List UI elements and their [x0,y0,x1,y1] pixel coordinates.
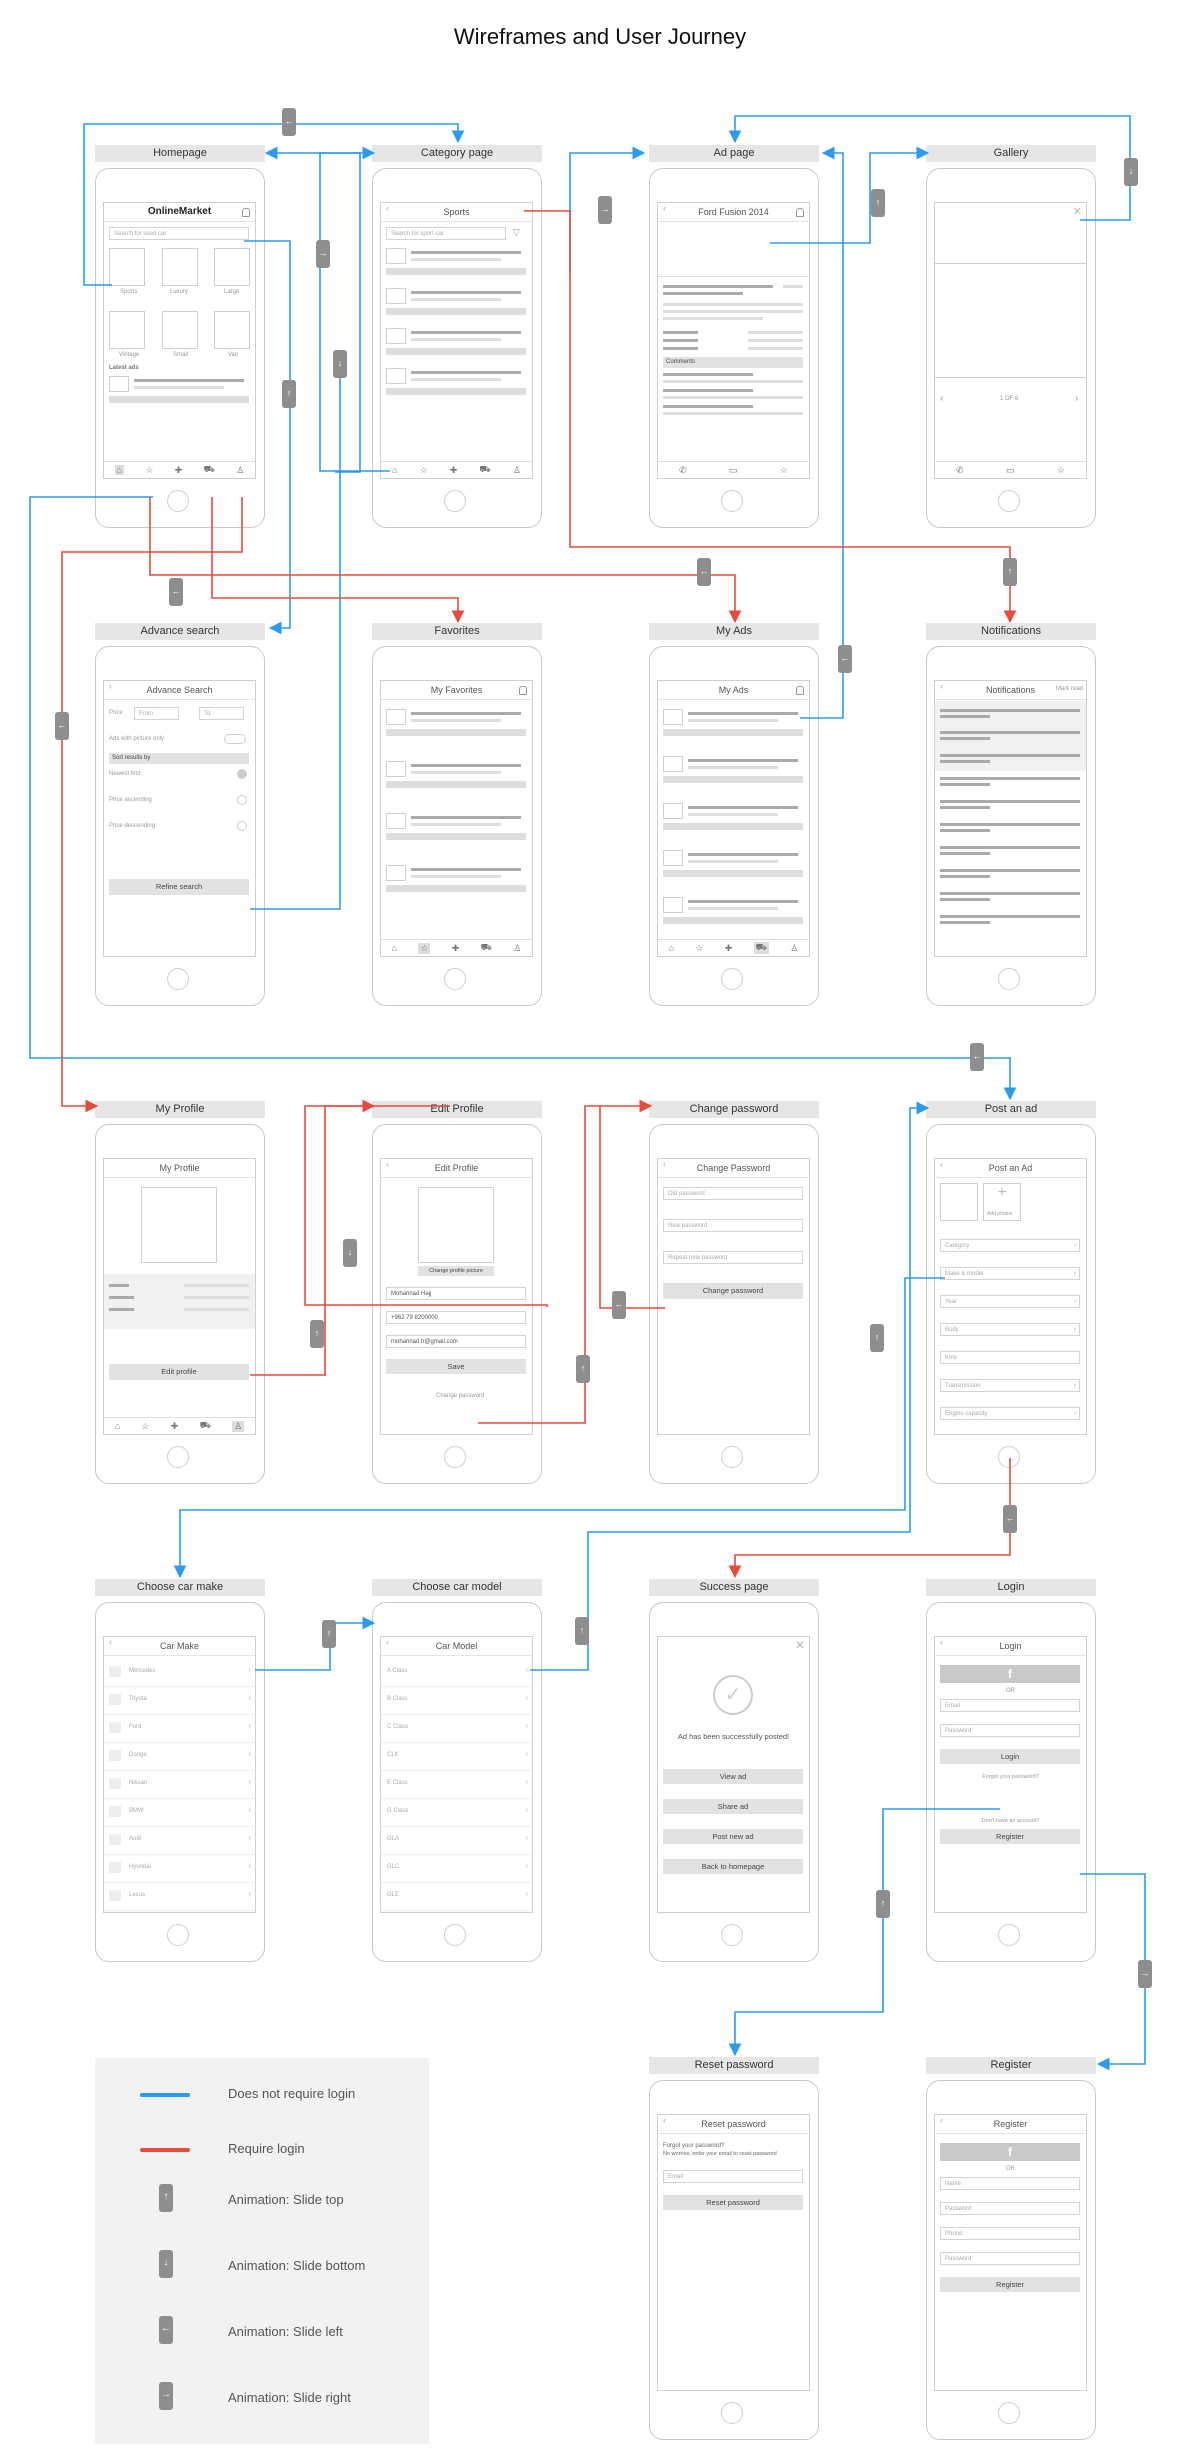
slide-bottom-icon: ↓ [343,1239,357,1267]
slide-left-icon: ← [282,108,296,136]
blue-connector [244,240,291,635]
blue-connector [728,1808,1000,2057]
slide-left-icon: ← [697,558,711,586]
red-connector [599,1106,665,1309]
slide-left-icon: ← [838,645,852,673]
slide-top-icon: ↑ [876,1890,890,1918]
slide-top-icon: ↑ [322,1620,336,1648]
slide-bottom-icon: ↓ [333,350,347,378]
slide-top-icon: ↑ [575,1617,589,1645]
slide-right-icon: → [1138,1960,1152,1988]
blue-connector [264,146,361,473]
blue-connector [770,146,930,244]
flow-connectors [29,115,1146,2071]
slide-left-icon: ← [970,1043,984,1071]
blue-connector [800,146,844,719]
blue-connector [728,115,1131,221]
slide-top-icon: ↑ [870,1324,884,1352]
blue-connector [250,368,341,910]
slide-top-icon: ↑ [310,1320,324,1348]
slide-right-icon: → [598,196,612,224]
red-connector [524,210,1017,624]
blue-connector [255,1616,376,1671]
red-connector [728,1458,1011,1579]
red-connector [61,497,243,1113]
blue-connector [83,123,465,286]
slide-top-icon: ↑ [576,1355,590,1383]
red-connector [149,497,742,624]
slide-left-icon: ← [55,712,69,740]
slide-right-icon: → [316,240,330,268]
slide-left-icon: ← [169,578,183,606]
blue-connector [1080,1873,1146,2071]
slide-top-icon: ↑ [282,380,296,408]
red-connector [211,575,465,624]
slide-bottom-icon: ↓ [1124,158,1138,186]
blue-connector [319,146,390,472]
red-connector [304,1105,548,1307]
slide-left-icon: ← [612,1291,626,1319]
slide-top-icon: ↑ [1003,558,1017,586]
blue-connector [173,1277,945,1579]
slide-left-icon: ← [1003,1505,1017,1533]
blue-connector [530,1101,930,1671]
slide-top-icon: ↑ [871,189,885,217]
red-connector [478,1099,653,1424]
